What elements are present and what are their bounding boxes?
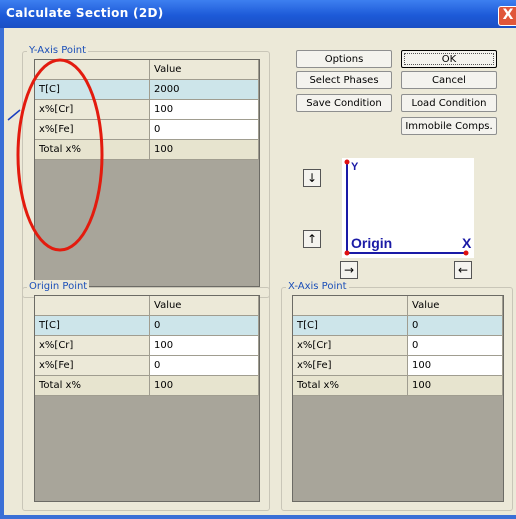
table-row[interactable]: x%[Fe] 100 <box>293 355 503 376</box>
dialog-client: Y-Axis Point Value T[C] 2000 x%[Cr] 100 <box>4 28 516 515</box>
origin-label: Origin <box>351 235 392 251</box>
origin-header-row: Value <box>35 296 259 316</box>
row-label: Total x% <box>293 375 408 396</box>
row-label: Total x% <box>35 375 150 396</box>
right-arrow-button[interactable]: → <box>340 261 358 279</box>
value-cell: 100 <box>149 139 259 160</box>
x-axis-grid[interactable]: Value T[C] 0 x%[Cr] 0 x%[Fe] 100 Total x… <box>292 295 504 502</box>
value-cell[interactable]: 0 <box>407 315 503 336</box>
row-label: T[C] <box>35 79 150 100</box>
y-axis-label: Y <box>351 161 359 173</box>
table-row[interactable]: x%[Cr] 0 <box>293 335 503 356</box>
value-cell[interactable]: 100 <box>149 335 259 356</box>
header-corner <box>293 296 408 316</box>
title-bar[interactable]: Calculate Section (2D) X <box>0 0 516 28</box>
row-label: Total x% <box>35 139 150 160</box>
table-row[interactable]: x%[Fe] 0 <box>35 119 259 140</box>
y-axis-header-row: Value <box>35 60 259 80</box>
origin-grid[interactable]: Value T[C] 0 x%[Cr] 100 x%[Fe] 0 Total x… <box>34 295 260 502</box>
x-axis-group: X-Axis Point Value T[C] 0 x%[Cr] 0 x%[Fe… <box>281 280 513 511</box>
table-row[interactable]: T[C] 2000 <box>35 79 259 100</box>
value-cell: 100 <box>407 375 503 396</box>
axis-diagram-svg: Y Origin X <box>344 159 472 256</box>
down-arrow-button[interactable]: ↓ <box>303 169 321 187</box>
table-row: Total x% 100 <box>35 139 259 160</box>
x-axis-label: X <box>462 235 472 251</box>
axis-diagram: Y Origin X <box>342 158 474 258</box>
value-cell[interactable]: 0 <box>149 315 259 336</box>
save-condition-button[interactable]: Save Condition <box>296 94 392 112</box>
select-phases-button[interactable]: Select Phases <box>296 71 392 89</box>
table-row[interactable]: x%[Fe] 0 <box>35 355 259 376</box>
origin-point-marker <box>344 250 350 256</box>
load-condition-button[interactable]: Load Condition <box>401 94 497 112</box>
ok-button[interactable]: OK <box>401 50 497 68</box>
ok-button-label: OK <box>404 53 494 65</box>
value-column-header: Value <box>407 296 503 316</box>
value-cell[interactable]: 0 <box>149 119 259 140</box>
cancel-button[interactable]: Cancel <box>401 71 497 89</box>
row-label: x%[Cr] <box>35 99 150 120</box>
immobile-comps-button[interactable]: Immobile Comps. <box>401 117 497 135</box>
row-label: x%[Fe] <box>35 119 150 140</box>
row-label: x%[Cr] <box>293 335 408 356</box>
row-label: x%[Fe] <box>293 355 408 376</box>
origin-group: Origin Point Value T[C] 0 x%[Cr] 100 x%[… <box>22 280 270 511</box>
x-axis-group-label: X-Axis Point <box>286 280 349 294</box>
table-row[interactable]: x%[Cr] 100 <box>35 99 259 120</box>
header-corner <box>35 296 150 316</box>
table-row: Total x% 100 <box>35 375 259 396</box>
row-label: x%[Fe] <box>35 355 150 376</box>
row-label: T[C] <box>35 315 150 336</box>
left-arrow-button[interactable]: ← <box>454 261 472 279</box>
origin-group-label: Origin Point <box>27 280 90 294</box>
x-axis-header-row: Value <box>293 296 503 316</box>
value-cell[interactable]: 2000 <box>149 79 259 100</box>
header-corner <box>35 60 150 80</box>
table-row: Total x% 100 <box>293 375 503 396</box>
window-title: Calculate Section (2D) <box>6 6 164 20</box>
y-axis-group: Y-Axis Point Value T[C] 2000 x%[Cr] 100 <box>22 44 270 298</box>
value-cell[interactable]: 0 <box>407 335 503 356</box>
value-column-header: Value <box>149 60 259 80</box>
close-button[interactable]: X <box>498 6 516 26</box>
up-arrow-button[interactable]: ↑ <box>303 230 321 248</box>
table-row[interactable]: x%[Cr] 100 <box>35 335 259 356</box>
dialog-window: Calculate Section (2D) X Y-Axis Point Va… <box>0 0 516 519</box>
value-cell[interactable]: 0 <box>149 355 259 376</box>
y-point-marker <box>344 159 350 165</box>
options-button[interactable]: Options <box>296 50 392 68</box>
row-label: x%[Cr] <box>35 335 150 356</box>
table-row[interactable]: T[C] 0 <box>293 315 503 336</box>
table-row[interactable]: T[C] 0 <box>35 315 259 336</box>
y-axis-grid[interactable]: Value T[C] 2000 x%[Cr] 100 x%[Fe] 0 Tota… <box>34 59 260 287</box>
value-column-header: Value <box>149 296 259 316</box>
value-cell[interactable]: 100 <box>149 99 259 120</box>
x-point-marker <box>463 250 469 256</box>
value-cell[interactable]: 100 <box>407 355 503 376</box>
value-cell: 100 <box>149 375 259 396</box>
y-axis-group-label: Y-Axis Point <box>27 44 89 58</box>
row-label: T[C] <box>293 315 408 336</box>
